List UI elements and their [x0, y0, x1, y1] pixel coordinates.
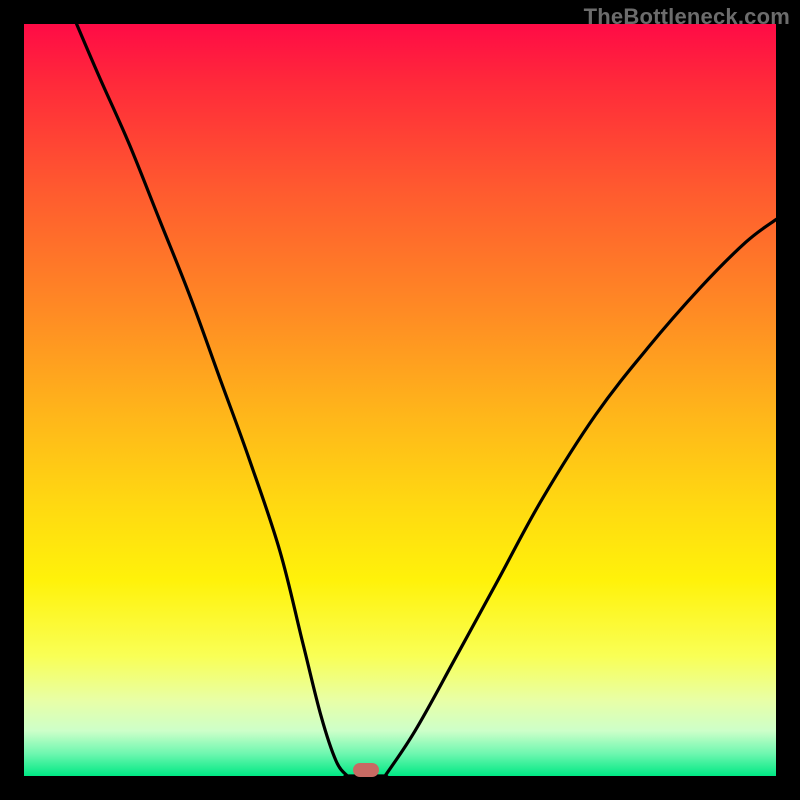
curve-svg [24, 24, 776, 776]
minimum-marker [353, 763, 379, 777]
bottleneck-curve [77, 24, 776, 776]
plot-area [24, 24, 776, 776]
chart-frame: TheBottleneck.com [0, 0, 800, 800]
